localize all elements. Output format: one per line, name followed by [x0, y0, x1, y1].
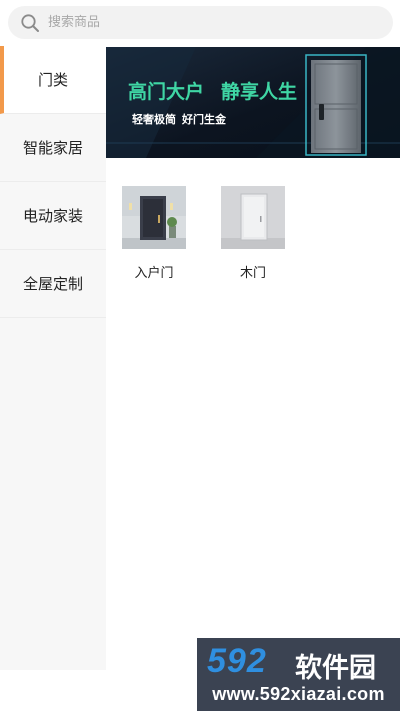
- wood-door-image: [221, 186, 285, 249]
- category-sidebar: 门类 智能家居 电动家装 全屋定制: [0, 46, 106, 670]
- search-box[interactable]: [8, 6, 393, 39]
- product-item-wood-door[interactable]: 木门: [221, 186, 285, 281]
- category-content: 高门大户 静享人生 轻奢极简 好门生金 入户门 木门: [106, 46, 400, 711]
- sidebar-item-doors[interactable]: 门类: [0, 46, 106, 114]
- sidebar-item-label: 智能家居: [22, 139, 83, 157]
- banner-sub-right: 好门生金: [181, 112, 227, 126]
- search-icon[interactable]: [20, 13, 40, 33]
- entry-door-image: [122, 186, 186, 249]
- search-input[interactable]: [48, 12, 378, 33]
- watermark-number: 592: [207, 642, 267, 680]
- watermark-brand: 软件园: [295, 653, 376, 684]
- product-label: 入户门: [134, 266, 174, 281]
- sidebar-item-label: 门类: [37, 71, 68, 89]
- search-bar: [0, 0, 400, 46]
- banner-headline-left: 高门大户: [128, 80, 204, 103]
- watermark-url: www.592xiazai.com: [212, 684, 385, 704]
- product-label: 木门: [239, 266, 266, 281]
- product-item-entry-door[interactable]: 入户门: [122, 186, 186, 281]
- watermark-logo: 592 软件园: [203, 642, 395, 684]
- banner-graphic: 高门大户 静享人生 轻奢极简 好门生金: [106, 47, 400, 158]
- site-watermark: 592 软件园 www.592xiazai.com: [197, 638, 400, 711]
- sidebar-item-whole-house-custom[interactable]: 全屋定制: [0, 250, 106, 318]
- sidebar-item-smart-home[interactable]: 智能家居: [0, 114, 106, 182]
- banner-sub-left: 轻奢极简: [132, 112, 176, 126]
- sidebar-item-label: 电动家装: [22, 207, 83, 225]
- banner-headline-right: 静享人生: [221, 80, 297, 103]
- sidebar-item-label: 全屋定制: [22, 275, 83, 293]
- door-icon: [311, 60, 361, 153]
- sidebar-item-electric-home[interactable]: 电动家装: [0, 182, 106, 250]
- promo-banner[interactable]: 高门大户 静享人生 轻奢极简 好门生金: [106, 47, 400, 158]
